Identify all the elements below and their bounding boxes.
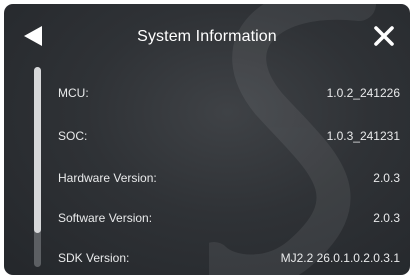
scrollbar-thumb[interactable]	[34, 67, 41, 233]
info-row-label: SOC:	[58, 129, 88, 143]
scrollbar-track[interactable]	[34, 67, 41, 267]
info-row-label: MCU:	[58, 86, 89, 100]
info-row-value: 2.0.3	[373, 171, 400, 185]
info-row-software-version: Software Version: 2.0.3	[58, 208, 400, 228]
close-icon	[374, 26, 394, 46]
info-row-hardware-version: Hardware Version: 2.0.3	[58, 168, 400, 188]
info-row-value: 2.0.3	[373, 211, 400, 225]
info-row-soc: SOC: 1.0.3_241231	[58, 126, 400, 146]
page-title: System Information	[137, 28, 277, 45]
info-row-value: 1.0.2_241226	[326, 86, 400, 100]
info-row-label: Software Version:	[58, 211, 153, 225]
info-row-mcu: MCU: 1.0.2_241226	[58, 83, 400, 103]
header-bar: System Information	[4, 4, 410, 60]
info-row-label: SDK Version:	[58, 251, 130, 265]
info-row-sdk-version: SDK Version: MJ2.2 26.0.1.0.2.0.3.1	[58, 248, 400, 268]
info-row-label: Hardware Version:	[58, 171, 157, 185]
info-row-value: MJ2.2 26.0.1.0.2.0.3.1	[280, 251, 400, 265]
system-info-screen: System Information MCU: 1.0.2_241226 SOC…	[4, 4, 410, 275]
info-row-value: 1.0.3_241231	[326, 129, 400, 143]
close-button[interactable]	[372, 24, 396, 48]
